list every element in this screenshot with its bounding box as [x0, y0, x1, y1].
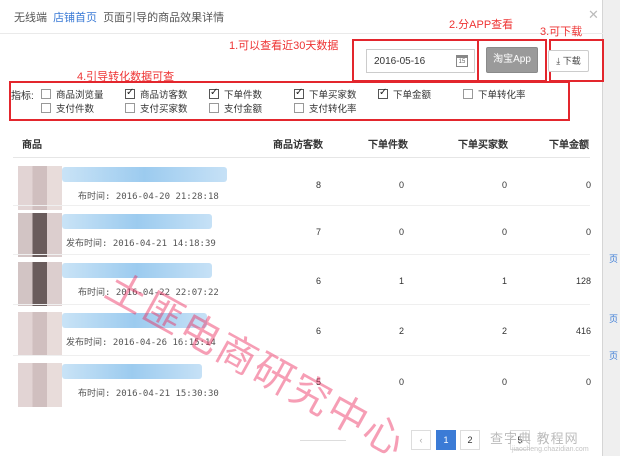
cell-buyers: 1 [501, 276, 507, 286]
checkbox-checked-icon[interactable] [125, 87, 135, 99]
close-icon[interactable]: ✕ [588, 7, 599, 23]
publish-time: 布时间: 2016-04-20 21:28:18 [78, 192, 219, 202]
annotation-30-days: 1.可以查看近30天数据 [229, 40, 339, 52]
divider [13, 205, 590, 206]
site-watermark-url: jiaocheng.chazidian.com [512, 446, 589, 453]
checkbox-icon[interactable] [41, 89, 51, 99]
divider [300, 440, 346, 441]
product-title-link[interactable] [62, 214, 212, 229]
cell-buyers: 2 [501, 326, 507, 336]
product-effect-modal: 无线端 店铺首页 页面引导的商品效果详情 ✕ 1.可以查看近30天数据 2.分A… [0, 0, 604, 456]
indicator-checkbox[interactable]: 下单金额 [378, 87, 431, 101]
divider [0, 33, 603, 34]
indicator-label-text: 下单件数 [224, 90, 263, 101]
title-suffix: 页面引导的商品效果详情 [103, 12, 225, 24]
download-label: 下载 [562, 56, 581, 66]
date-picker[interactable]: 2016-05-16 15 [366, 49, 475, 73]
column-header-visitors: 商品访客数 [273, 140, 323, 151]
annotation-app: 2.分APP查看 [449, 19, 514, 31]
checkbox-icon[interactable] [209, 103, 219, 113]
divider [13, 157, 590, 158]
checkbox-icon[interactable] [125, 103, 135, 113]
indicator-checkbox[interactable]: 商品访客数 [125, 87, 188, 101]
indicator-checkbox[interactable]: 支付转化率 [294, 101, 357, 115]
indicator-label-text: 支付金额 [224, 104, 263, 115]
cell-items: 0 [398, 180, 404, 190]
publish-time: 发布时间: 2016-04-21 14:18:39 [66, 239, 216, 249]
product-thumbnail[interactable] [18, 363, 62, 407]
column-header-order-buyers: 下单买家数 [458, 140, 508, 151]
date-value: 2016-05-16 [374, 56, 426, 67]
indicator-checkbox[interactable]: 商品浏览量 [41, 87, 104, 101]
indicator-label-text: 支付买家数 [140, 104, 188, 115]
title-prefix: 无线端 [14, 12, 47, 24]
divider [13, 254, 590, 255]
page-button[interactable]: 2 [460, 430, 480, 450]
column-header-order-items: 下单件数 [368, 140, 408, 151]
indicator-label-text: 下单买家数 [309, 90, 357, 101]
indicator-label-text: 下单转化率 [478, 90, 526, 101]
cell-amount: 128 [575, 276, 591, 286]
shop-home-link[interactable]: 店铺首页 [53, 12, 97, 24]
product-thumbnail[interactable] [18, 312, 62, 356]
product-title-link[interactable] [62, 167, 227, 182]
background-page [603, 0, 620, 456]
prev-page-button[interactable]: ‹ [411, 430, 431, 450]
cell-amount: 0 [585, 227, 591, 237]
page-button[interactable]: 1 [436, 430, 456, 450]
indicator-checkbox[interactable]: 下单转化率 [463, 87, 526, 101]
annotation-download: 3.可下载 [540, 26, 583, 38]
indicator-checkbox[interactable]: 支付买家数 [125, 101, 188, 115]
cell-items: 0 [398, 377, 404, 387]
taobao-app-button[interactable]: 淘宝App [486, 47, 538, 73]
cell-amount: 0 [585, 377, 591, 387]
cell-items: 0 [398, 227, 404, 237]
indicator-checkbox[interactable]: 支付金额 [209, 101, 262, 115]
indicator-checkbox[interactable]: 下单件数 [209, 87, 262, 101]
checkbox-icon[interactable] [294, 103, 304, 113]
cell-visitors: 6 [315, 276, 321, 286]
download-icon: ⤓ [556, 56, 561, 66]
cell-items: 2 [398, 326, 404, 336]
indicator-label-text: 商品浏览量 [56, 90, 104, 101]
cell-visitors: 7 [315, 227, 321, 237]
cell-items: 1 [398, 276, 404, 286]
product-thumbnail[interactable] [18, 166, 62, 210]
column-header-order-amount: 下单金额 [549, 140, 589, 151]
modal-title: 无线端 店铺首页 页面引导的商品效果详情 [14, 9, 224, 25]
download-button[interactable]: ⤓ 下载 [548, 50, 589, 72]
indicator-label-text: 支付件数 [56, 104, 95, 115]
cell-visitors: 8 [315, 180, 321, 190]
background-link[interactable]: 页 [609, 252, 618, 265]
site-watermark: 查字典 教程网 [490, 431, 579, 446]
column-header-product: 商品 [22, 140, 42, 151]
indicator-checkbox[interactable]: 支付件数 [41, 101, 94, 115]
publish-time: 布时间: 2016-04-21 15:30:30 [78, 389, 219, 399]
product-thumbnail[interactable] [18, 262, 62, 306]
cell-visitors: 6 [315, 326, 321, 336]
cell-buyers: 0 [501, 180, 507, 190]
cell-amount: 416 [575, 326, 591, 336]
background-link[interactable]: 页 [609, 312, 618, 325]
indicator-checkbox[interactable]: 下单买家数 [294, 87, 357, 101]
cell-buyers: 0 [501, 377, 507, 387]
checkbox-checked-icon[interactable] [294, 87, 304, 99]
checkbox-icon[interactable] [463, 89, 473, 99]
indicator-label-text: 下单金额 [393, 90, 432, 101]
indicator-label-text: 支付转化率 [309, 104, 357, 115]
indicator-label: 指标: [11, 91, 34, 102]
checkbox-icon[interactable] [41, 103, 51, 113]
product-thumbnail[interactable] [18, 213, 62, 257]
checkbox-checked-icon[interactable] [378, 87, 388, 99]
background-link[interactable]: 页 [609, 349, 618, 362]
product-title-link[interactable] [62, 364, 202, 379]
checkbox-checked-icon[interactable] [209, 87, 219, 99]
indicator-label-text: 商品访客数 [140, 90, 188, 101]
cell-amount: 0 [585, 180, 591, 190]
calendar-icon[interactable]: 15 [456, 55, 468, 67]
cell-buyers: 0 [501, 227, 507, 237]
